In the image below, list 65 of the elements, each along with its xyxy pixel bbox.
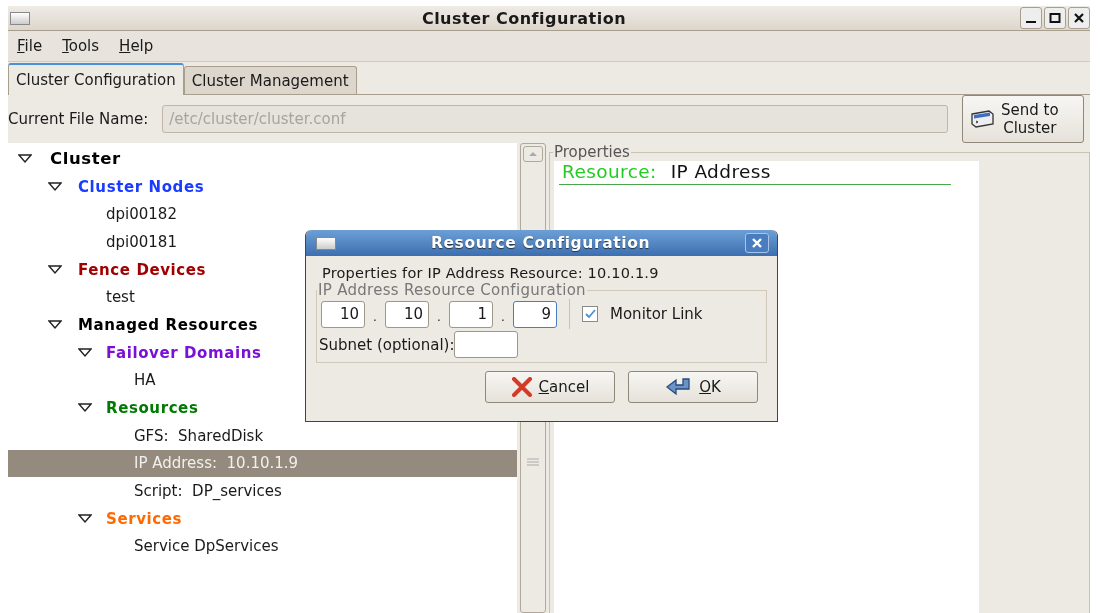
- tree-row[interactable]: dpi00182: [8, 200, 517, 229]
- subnet-field[interactable]: [454, 331, 519, 358]
- tree-row[interactable]: Cluster Nodes: [8, 172, 517, 201]
- octet-field[interactable]: 10: [321, 300, 365, 328]
- tree-row[interactable]: GFS: SharedDisk: [8, 421, 517, 450]
- tree-group-label: Managed Resources: [78, 315, 258, 334]
- maximize-button[interactable]: [1044, 7, 1066, 29]
- send-to-cluster-button[interactable]: Send to Cluster: [962, 95, 1084, 143]
- window-title: Cluster Configuration: [420, 8, 628, 28]
- tree-item-label: GFS: SharedDisk: [134, 426, 264, 445]
- dialog-title: Resource Configuration: [429, 234, 652, 252]
- minimize-button[interactable]: [1020, 7, 1042, 29]
- tree-row[interactable]: Script: DP_services: [8, 477, 517, 505]
- tree-item-label: IP Address: 10.10.1.9: [134, 454, 299, 473]
- expanded-triangle-icon[interactable]: [18, 153, 32, 164]
- expanded-triangle-icon[interactable]: [48, 264, 62, 275]
- tree-group-label: Resources: [106, 399, 199, 418]
- close-icon: [751, 237, 763, 249]
- expanded-triangle-icon[interactable]: [78, 347, 92, 358]
- menu-item[interactable]: File: [17, 37, 43, 55]
- octet-field[interactable]: 9: [513, 300, 557, 328]
- file-name-label: Current File Name:: [8, 110, 149, 128]
- tree-row[interactable]: Service DpServices: [8, 532, 517, 561]
- close-icon: [1073, 12, 1085, 24]
- tree-group-label: Services: [106, 509, 183, 528]
- expanded-triangle-icon[interactable]: [78, 403, 92, 414]
- subnet-label: Subnet (optional):: [319, 335, 455, 354]
- dot-separator: .: [372, 309, 378, 324]
- ok-button[interactable]: OK: [628, 371, 758, 403]
- tab[interactable]: Cluster Management: [183, 66, 357, 94]
- tree-item-label: Service DpServices: [134, 537, 279, 556]
- tree-item-label: dpi00182: [106, 205, 177, 224]
- tree-group-label: Failover Domains: [106, 343, 262, 362]
- tree-item-label: HA: [134, 371, 156, 390]
- menu-item[interactable]: Help: [119, 37, 154, 55]
- expanded-triangle-icon[interactable]: [48, 181, 62, 192]
- cancel-button[interactable]: Cancel: [485, 371, 615, 403]
- dialog-heading: Properties for IP Address Resource: 10.10.1.9: [321, 264, 660, 281]
- checkbox-label: Monitor Link: [610, 305, 703, 323]
- window-menu-icon[interactable]: [316, 236, 336, 250]
- group-legend: IP Address Resource Configuration: [317, 281, 587, 299]
- minimize-icon: [1026, 21, 1036, 23]
- tree-item-label: Script: DP_services: [134, 482, 282, 501]
- tree-group-label: Cluster: [50, 149, 121, 169]
- resource-value: IP Address: [670, 161, 771, 182]
- checkbox[interactable]: [582, 306, 598, 322]
- octet-field[interactable]: 10: [385, 300, 429, 328]
- expanded-triangle-icon[interactable]: [78, 513, 92, 524]
- terminal-icon: [969, 108, 995, 130]
- properties-legend: Properties: [553, 143, 631, 161]
- tab[interactable]: Cluster Configuration: [8, 63, 184, 95]
- tree-row[interactable]: Cluster: [8, 145, 517, 173]
- expanded-triangle-icon[interactable]: [48, 319, 62, 330]
- cross-icon: [510, 377, 533, 397]
- window-menu-icon[interactable]: [10, 11, 30, 25]
- tree-group-label: Fence Devices: [78, 260, 207, 279]
- dot-separator: .: [436, 309, 442, 324]
- grip-icon[interactable]: [527, 458, 539, 466]
- menu-item[interactable]: Tools: [62, 37, 100, 55]
- dot-separator: .: [500, 309, 506, 324]
- close-button[interactable]: [1068, 7, 1090, 29]
- maximize-icon: [1049, 12, 1061, 24]
- octet-field[interactable]: 1: [449, 300, 493, 328]
- tree-group-label: Cluster Nodes: [78, 177, 205, 196]
- resource-key: Resource:: [562, 161, 657, 182]
